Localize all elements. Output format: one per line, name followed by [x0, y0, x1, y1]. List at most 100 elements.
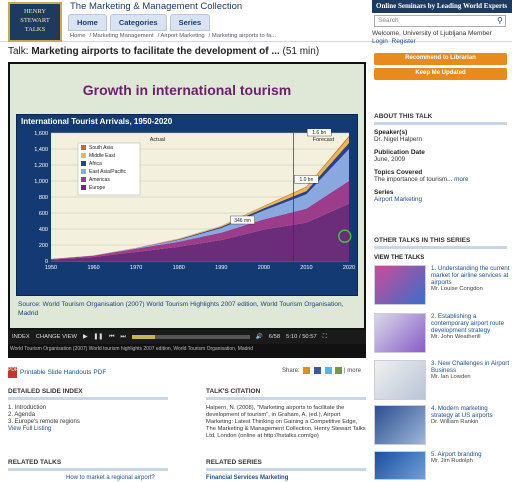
progress-fill: [131, 335, 156, 339]
other-talk-title: 4. Modern marketing strategy at US airpo…: [431, 405, 493, 419]
nav-categories[interactable]: Categories: [109, 14, 167, 31]
twitter-icon[interactable]: [324, 367, 332, 374]
change-view-button[interactable]: CHANGE VIEW: [36, 334, 77, 340]
handout-link[interactable]: PDF Printable Slide Handouts PDF: [8, 367, 106, 378]
search-icon[interactable]: ⚲: [497, 16, 503, 25]
progress-bar[interactable]: [131, 335, 250, 339]
series-link[interactable]: Airport Marketing: [374, 196, 510, 203]
volume-icon[interactable]: 🔊: [256, 334, 263, 340]
x-tick-label: 1990: [215, 265, 227, 271]
x-tick-label: 2020: [343, 265, 355, 271]
speaker-label: Speaker(s): [374, 129, 408, 136]
y-tick-label: 800: [39, 195, 48, 201]
topics-label: Topics Covered: [374, 169, 423, 176]
series-label: Series: [374, 189, 394, 196]
slide-index-heading: DETAILED SLIDE INDEX: [8, 388, 168, 400]
other-talk-2[interactable]: 2. Establishing a contemporary airport r…: [431, 313, 511, 341]
other-talk-title: 1. Understanding the current market for …: [431, 265, 510, 286]
nav-series[interactable]: Series: [169, 14, 211, 31]
other-talks-heading: OTHER TALKS IN THIS SERIES: [374, 237, 507, 249]
other-talk-3[interactable]: 3. New Challenges in Airport Business Mr.…: [431, 360, 511, 381]
talk-thumbnail[interactable]: [374, 405, 426, 445]
slide-source: Source: World Tourism Organisation (2007…: [18, 301, 344, 317]
annotation-label: 1.0 bn: [299, 177, 313, 183]
talk-prefix: Talk:: [8, 46, 29, 57]
email-share-icon[interactable]: [303, 367, 311, 374]
talk-duration: (51 min): [282, 46, 320, 57]
talk-title-text: Marketing airports to facilitate the dev…: [31, 46, 280, 57]
topics-text: The importance of tourism...: [374, 176, 453, 183]
x-tick-label: 1970: [130, 265, 142, 271]
prev-icon[interactable]: ⏮: [109, 334, 114, 341]
pause-icon[interactable]: ❚❚: [93, 334, 103, 340]
share-more[interactable]: more: [347, 368, 361, 374]
breadcrumb-category[interactable]: Marketing Management: [93, 33, 154, 39]
other-talk-5[interactable]: 5. Airport branding Mr. Jim Rudolph: [431, 451, 511, 465]
talk-thumbnail[interactable]: [374, 313, 426, 353]
talk-thumbnail[interactable]: [374, 451, 426, 480]
register-link[interactable]: Register: [392, 38, 416, 45]
related-talk-item[interactable]: How to market a regional airport?: [66, 475, 155, 482]
recommend-button[interactable]: Recommend to Librarian: [374, 53, 507, 65]
y-tick-label: 1,200: [34, 163, 48, 169]
search-input[interactable]: Search: [374, 15, 506, 27]
x-tick-label: 2000: [258, 265, 270, 271]
talk-thumbnail[interactable]: [374, 360, 426, 400]
video-player[interactable]: Growth in international tourism Internat…: [8, 62, 366, 358]
x-tick-label: 1980: [173, 265, 185, 271]
related-series-item[interactable]: Financial Services Marketing: [206, 475, 288, 482]
about-talk: Speaker(s) Dr. Nigel Halpern Publication…: [374, 129, 510, 203]
share-label: Share:: [282, 368, 300, 375]
breadcrumb-current: Marketing airports to fa...: [211, 33, 277, 39]
other-talk-speaker: Mr. Louise Congdon: [431, 286, 483, 292]
next-icon[interactable]: ⏭: [120, 334, 125, 341]
related-series-heading: RELATED SERIES: [206, 459, 366, 471]
slide-index-item[interactable]: 2. Agenda: [8, 412, 80, 419]
annotation-forecast: Forecast: [313, 137, 335, 143]
keep-updated-button[interactable]: Keep Me Updated: [374, 68, 507, 80]
talk-thumbnail[interactable]: [374, 265, 426, 305]
talk-title: Talk: Marketing airports to facilitate t…: [8, 46, 319, 57]
breadcrumb-home[interactable]: Home: [70, 33, 85, 39]
other-talk-speaker: Mr. Jim Rudolph: [431, 458, 473, 464]
chart-svg: 02004006008001,0001,2001,4001,6001950 196…: [34, 129, 355, 271]
view-talks-heading: VIEW THE TALKS: [374, 255, 425, 261]
pub-date-label: Publication Date: [374, 149, 425, 156]
about-heading: ABOUT THIS TALK: [374, 113, 507, 125]
site-logo[interactable]: HENRY STEWART TALKS: [8, 2, 62, 42]
slide-index-item[interactable]: 1. Introduction: [8, 405, 80, 412]
y-tick-label: 400: [39, 227, 48, 233]
facebook-icon[interactable]: [314, 367, 322, 374]
slide-index-item[interactable]: 3. Europe's remote regions: [8, 419, 80, 426]
nav-home[interactable]: Home: [68, 14, 107, 31]
other-talk-speaker: Dr. William Rankin: [431, 419, 479, 425]
index-button[interactable]: INDEX: [12, 334, 30, 340]
play-icon[interactable]: ▶: [83, 334, 87, 340]
fullscreen-icon[interactable]: ⛶: [323, 334, 327, 341]
annotation-actual: Actual: [150, 137, 165, 143]
y-tick-label: 200: [39, 243, 48, 249]
welcome-text: Welcome, University of Ljubljana Member: [372, 30, 492, 37]
breadcrumb-series[interactable]: Airport Marketing: [161, 33, 205, 39]
other-talk-speaker: Mr. Ian Lowden: [431, 374, 471, 380]
other-talk-4[interactable]: 4. Modern marketing strategy at US airpo…: [431, 405, 511, 426]
login-link[interactable]: Login: [372, 38, 388, 45]
handout-label: Printable Slide Handouts PDF: [20, 369, 107, 377]
chart-title: International Tourist Arrivals, 1950-202…: [21, 117, 173, 126]
logo-line: STEWART: [20, 17, 50, 24]
speaker-value[interactable]: Dr. Nigel Halpern: [374, 136, 510, 143]
slide-index-list: 1. Introduction 2. Agenda 3. Europe's re…: [8, 405, 80, 433]
other-talk-1[interactable]: 1. Understanding the current market for …: [431, 265, 511, 293]
legend-label: Europe: [89, 185, 105, 191]
topics-more-link[interactable]: more: [454, 176, 468, 183]
legend-swatch: [81, 185, 86, 190]
view-full-listing-link[interactable]: View Full Listing: [8, 426, 80, 433]
breadcrumb: Home / Marketing Management / Airport Mark…: [70, 33, 277, 39]
promo-banner: Online Seminars by Leading World Experts: [372, 0, 512, 13]
sidebar: Welcome, University of Ljubljana Member …: [372, 30, 512, 46]
legend-swatch: [81, 145, 86, 150]
legend-swatch: [81, 169, 86, 174]
annotation-label: 1.6 bn: [312, 130, 326, 136]
share-icon[interactable]: [335, 367, 343, 374]
annotation-label: 346 mn: [234, 218, 251, 224]
